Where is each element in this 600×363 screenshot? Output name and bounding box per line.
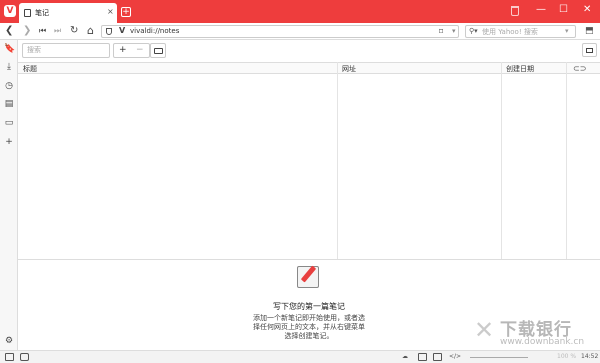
forward-button[interactable]: ❯ xyxy=(23,25,31,37)
bookmark-icon[interactable]: 🔖 xyxy=(4,44,15,54)
note-add-remove-group: + − xyxy=(113,43,150,58)
empty-state-title: 写下您的第一篇笔记 xyxy=(273,302,345,311)
sync-cloud-icon[interactable]: ☁ xyxy=(402,353,408,360)
rewind-button[interactable]: ⏮ xyxy=(39,25,46,37)
notes-search-input[interactable]: 搜索 xyxy=(22,43,110,58)
editor-panel-icon xyxy=(586,48,593,53)
add-note-button[interactable]: + xyxy=(119,44,127,57)
search-dropdown-icon[interactable]: ▾ xyxy=(565,27,569,35)
search-engine-icon[interactable]: ⚲▾ xyxy=(469,27,478,35)
site-info-shield-icon[interactable] xyxy=(106,28,112,35)
note-pencil-icon xyxy=(297,265,319,288)
delete-note-button[interactable]: − xyxy=(136,44,144,57)
page-actions-icon[interactable]: </> xyxy=(449,353,461,360)
tab-close-button[interactable]: × xyxy=(107,7,114,16)
minimize-button[interactable]: — xyxy=(536,4,546,15)
column-divider xyxy=(501,62,502,259)
close-window-button[interactable]: ✕ xyxy=(583,4,591,15)
search-field[interactable]: ⚲▾ 使用 Yahoo! 搜索 ▾ xyxy=(465,25,576,38)
side-panel-bar: 🔖 ⤓ ◷ ▤ ▭ + ⚙ xyxy=(0,40,18,350)
column-url[interactable]: 网址 xyxy=(342,64,356,74)
image-toggle-icon[interactable] xyxy=(433,353,442,361)
window-icon[interactable]: ▭ xyxy=(4,118,14,128)
home-button[interactable]: ⌂ xyxy=(87,25,94,37)
vivaldi-page-icon: V xyxy=(119,26,126,35)
attachment-link-icon[interactable]: ⊂⊃ xyxy=(573,64,586,73)
address-toolbar: ❮ ❯ ⏮ ⏭ ↻ ⌂ V vivaldi://notes ⌑ ▾ ⚲▾ 使用 … xyxy=(0,23,600,40)
toggle-panel-icon[interactable] xyxy=(5,353,14,361)
url-dropdown-icon[interactable]: ▾ xyxy=(452,27,456,35)
extensions-icon[interactable]: ⬒ xyxy=(585,26,594,36)
column-divider xyxy=(337,62,338,259)
add-panel-icon[interactable]: + xyxy=(4,137,14,147)
back-button[interactable]: ❮ xyxy=(5,25,13,37)
title-bar: V 笔记 × + — ☐ ✕ xyxy=(0,0,600,23)
zoom-slider[interactable] xyxy=(470,357,528,358)
pencil-icon xyxy=(300,265,317,283)
column-created[interactable]: 创建日期 xyxy=(506,64,534,74)
bookmark-page-icon[interactable]: ⌑ xyxy=(439,27,443,36)
maximize-button[interactable]: ☐ xyxy=(559,4,568,15)
new-tab-button[interactable]: + xyxy=(121,7,131,17)
vivaldi-menu-button[interactable]: V xyxy=(4,5,16,17)
folder-icon xyxy=(154,48,163,54)
watermark-url: www.downbank.cn xyxy=(500,337,585,347)
notes-toolbar: 搜索 + − xyxy=(18,40,600,62)
notes-manager: 搜索 + − 标题 网址 创建日期 ⊂⊃ 写下您的第一篇笔记 添加一个新笔记即开… xyxy=(18,40,600,350)
tab-title: 笔记 xyxy=(35,9,49,17)
tab-tiling-icon[interactable] xyxy=(20,353,29,361)
fast-forward-button[interactable]: ⏭ xyxy=(54,25,61,37)
empty-state-description: 添加一个新笔记即开始使用，或者选择任何网页上的文本，并从右键菜单选择创建笔记。 xyxy=(253,314,365,340)
notes-tab-icon xyxy=(24,9,31,17)
history-icon[interactable]: ◷ xyxy=(4,81,14,91)
notes-icon[interactable]: ▤ xyxy=(4,99,14,109)
column-divider xyxy=(566,62,567,259)
reload-button[interactable]: ↻ xyxy=(70,25,78,37)
settings-gear-icon[interactable]: ⚙ xyxy=(4,336,14,346)
url-field[interactable]: V vivaldi://notes ⌑ ▾ xyxy=(101,25,459,38)
toggle-editor-button[interactable] xyxy=(582,43,597,57)
page-tiling-icon[interactable] xyxy=(418,353,427,361)
download-icon[interactable]: ⤓ xyxy=(4,62,14,72)
closed-tabs-trash-icon[interactable] xyxy=(511,6,519,16)
watermark-logo-icon: ✕ xyxy=(473,316,495,344)
tab-notes[interactable]: 笔记 × xyxy=(19,3,117,23)
column-title[interactable]: 标题 xyxy=(23,64,37,74)
new-folder-button[interactable] xyxy=(150,43,166,58)
search-placeholder[interactable]: 使用 Yahoo! 搜索 xyxy=(482,27,538,37)
notes-table-header: 标题 网址 创建日期 ⊂⊃ xyxy=(18,62,600,74)
watermark: ✕ 下载银行 www.downbank.cn xyxy=(472,313,596,355)
url-text[interactable]: vivaldi://notes xyxy=(130,27,179,35)
